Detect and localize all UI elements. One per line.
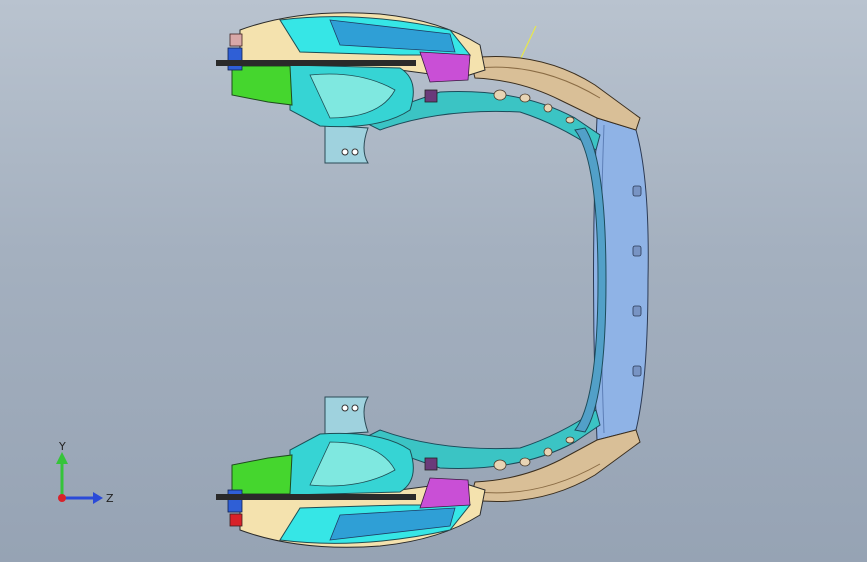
cad-viewport[interactable]: Y Z — [0, 0, 867, 562]
c-frame-member[interactable] — [358, 89, 607, 471]
y-axis-label: Y — [58, 440, 66, 453]
upper-mount-bracket[interactable] — [324, 124, 369, 164]
annotation-leader-line — [518, 25, 537, 63]
lower-mount-bracket[interactable] — [324, 396, 369, 436]
y-axis-arrow-icon — [56, 452, 68, 464]
cad-model[interactable] — [0, 0, 867, 562]
coordinate-triad: Y Z — [56, 440, 114, 505]
z-axis-label: Z — [106, 492, 114, 505]
origin-icon — [58, 494, 66, 502]
z-axis-arrow-icon — [93, 492, 103, 504]
